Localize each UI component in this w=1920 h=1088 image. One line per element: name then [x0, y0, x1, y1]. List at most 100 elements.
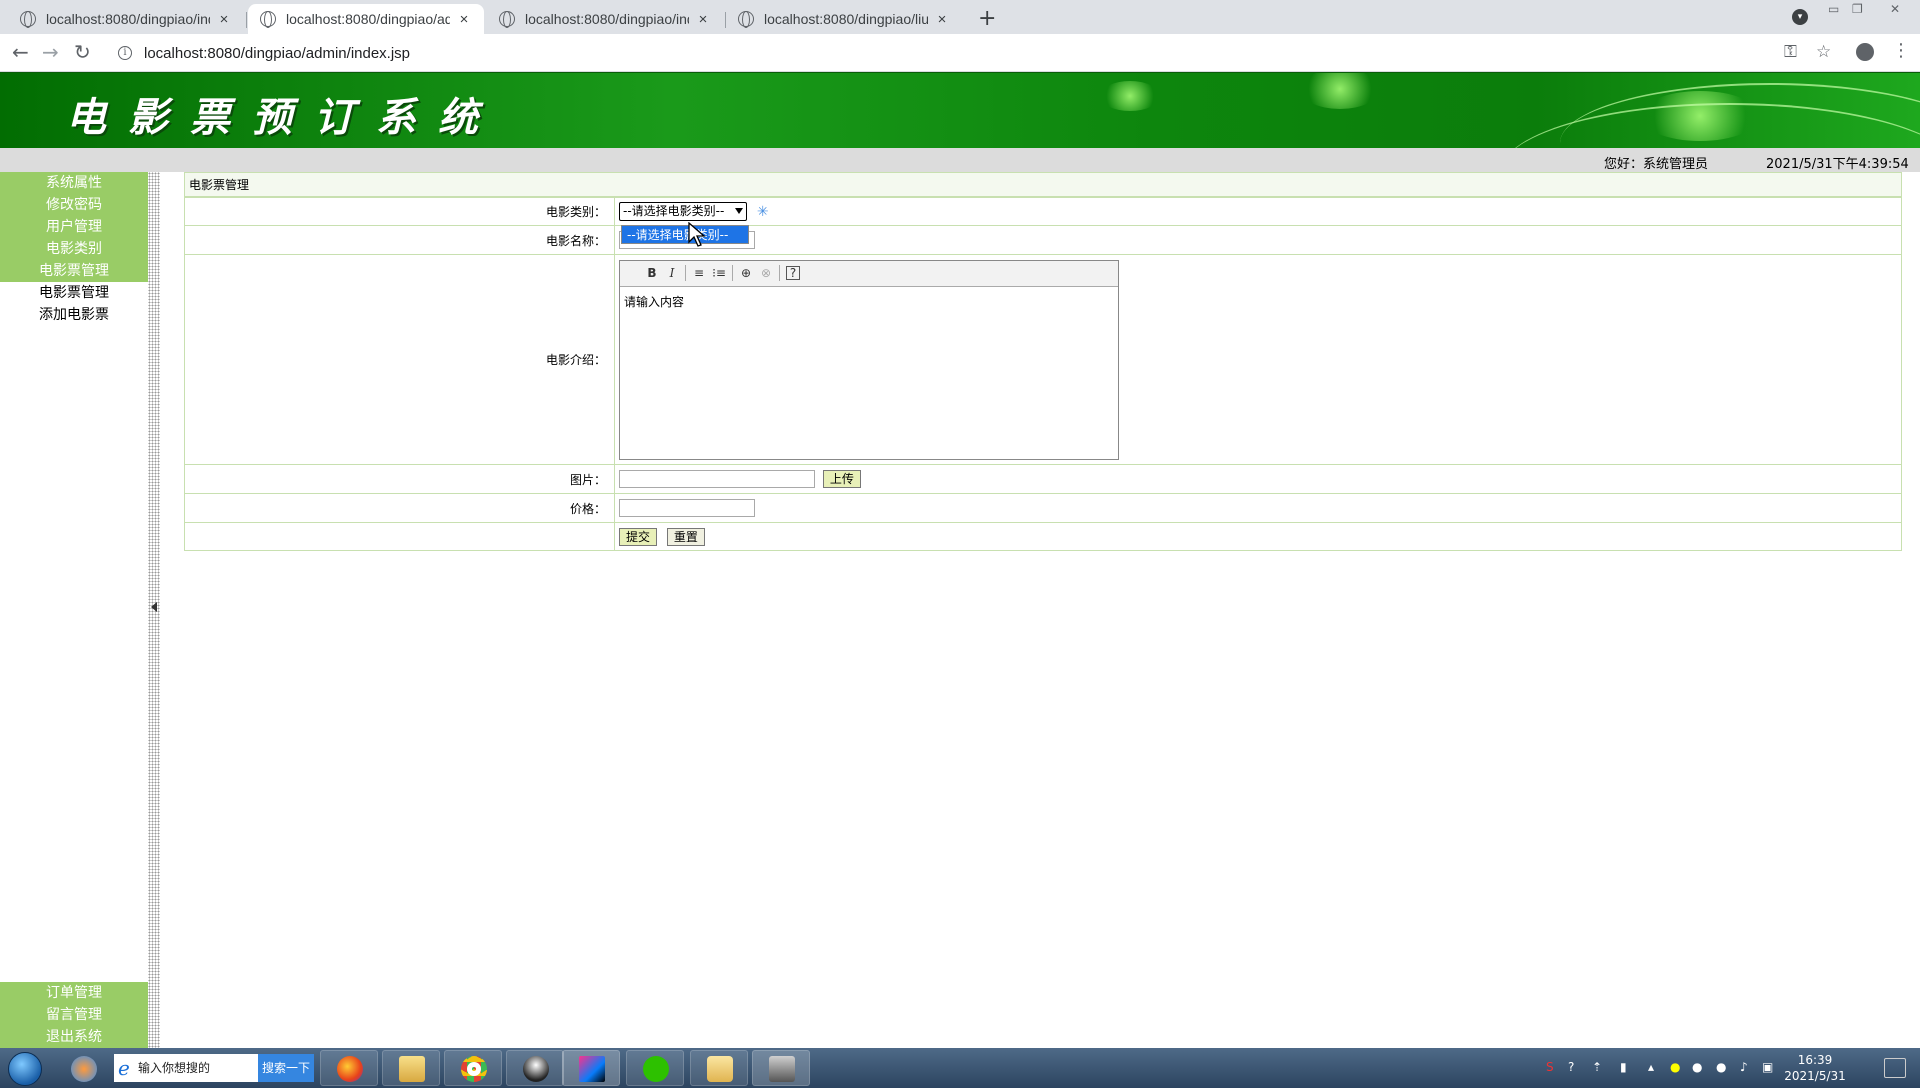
tab-separator: [246, 12, 247, 28]
new-tab-button[interactable]: +: [978, 6, 996, 31]
actions-label-cell: [184, 522, 615, 551]
sidebar: 系统属性 修改密码 用户管理 电影类别 电影票管理 电影票管理 添加电影票 订单…: [0, 172, 148, 1048]
sidebar-item-system-attributes[interactable]: 系统属性: [0, 172, 148, 194]
tray-expand-icon[interactable]: ▴: [1648, 1060, 1654, 1074]
movie-name-label: 电影名称：: [184, 225, 615, 255]
toolbar-divider: [732, 265, 733, 281]
folder-icon: [707, 1056, 733, 1082]
taskbar-app-explorer[interactable]: [382, 1050, 440, 1086]
battery-icon[interactable]: ▮: [1620, 1060, 1627, 1074]
info-icon[interactable]: i: [118, 46, 132, 60]
sidebar-item-orders[interactable]: 订单管理: [0, 982, 148, 1004]
menu-dots-icon[interactable]: ⋮: [1892, 40, 1910, 61]
browser-launcher-icon: [71, 1056, 97, 1082]
image-label: 图片：: [184, 464, 615, 494]
close-window-icon[interactable]: ✕: [1890, 2, 1900, 16]
reload-icon[interactable]: ↻: [74, 40, 91, 64]
sogou-icon[interactable]: S: [1546, 1060, 1554, 1074]
ordered-list-icon[interactable]: ≡: [689, 266, 709, 280]
sidebar-item-movie-category[interactable]: 电影类别: [0, 238, 148, 260]
profile-avatar-icon[interactable]: [1856, 43, 1874, 61]
globe-icon: [499, 11, 515, 28]
key-icon[interactable]: ⚿: [1784, 42, 1797, 62]
bold-icon[interactable]: B: [642, 266, 662, 280]
chevron-down-icon: [735, 208, 743, 214]
volume-icon[interactable]: ♪: [1740, 1060, 1748, 1074]
tab-search-icon[interactable]: ▾: [1792, 9, 1808, 25]
image-path-input[interactable]: [619, 470, 815, 488]
insert-link-icon[interactable]: ⊕: [736, 266, 756, 280]
close-icon[interactable]: ×: [695, 11, 711, 28]
italic-icon[interactable]: I: [662, 266, 682, 280]
qq-icon: [523, 1056, 549, 1082]
toolbar-divider: [779, 265, 780, 281]
reset-button[interactable]: 重置: [666, 527, 705, 546]
tab-title: localhost:8080/dingpiao/index.jsp: [46, 11, 210, 27]
sidebar-item-messages[interactable]: 留言管理: [0, 1004, 148, 1026]
category-dropdown-option[interactable]: --请选择电影类别--: [621, 225, 749, 244]
minimize-icon[interactable]: ▭: [1828, 2, 1839, 16]
tab-title: localhost:8080/dingpiao/admin/index.jsp: [286, 11, 450, 27]
address-bar[interactable]: i localhost:8080/dingpiao/admin/index.js…: [110, 39, 1800, 67]
browser-tab[interactable]: localhost:8080/dingpiao/index.jsp ×: [8, 4, 244, 34]
notification-icon[interactable]: [1884, 1058, 1906, 1078]
url-text: localhost:8080/dingpiao/admin/index.jsp: [144, 44, 411, 62]
sidebar-subitem-add-ticket[interactable]: 添加电影票: [0, 304, 148, 326]
browser-tab[interactable]: localhost:8080/dingpiao/index.jsp ×: [487, 4, 723, 34]
submit-button[interactable]: 提交: [619, 527, 658, 546]
price-input[interactable]: [619, 499, 755, 517]
taskbar-app[interactable]: [54, 1050, 106, 1086]
sidebar-subitem-ticket-management[interactable]: 电影票管理: [0, 282, 148, 304]
rich-text-editor[interactable]: B I ≡ ⁝≡ ⊕ ⊗ ? 请输入内容: [619, 259, 1119, 460]
restore-icon[interactable]: ❐: [1852, 2, 1863, 16]
taskbar-search-button[interactable]: 搜索一下: [258, 1054, 314, 1082]
taskbar-clock[interactable]: 16:39 2021/5/31: [1780, 1052, 1850, 1084]
close-icon[interactable]: ×: [456, 11, 472, 28]
upload-button[interactable]: 上传: [822, 470, 861, 488]
unordered-list-icon[interactable]: ⁝≡: [709, 266, 729, 280]
help-tray-icon[interactable]: ?: [1568, 1060, 1574, 1074]
taskbar-app-chrome[interactable]: [444, 1050, 502, 1086]
price-label: 价格：: [184, 493, 615, 523]
sidebar-item-user-management[interactable]: 用户管理: [0, 216, 148, 238]
remove-link-icon[interactable]: ⊗: [756, 266, 776, 280]
taskbar-search-placeholder: 输入你想搜的: [138, 1061, 211, 1075]
qq-tray-icon[interactable]: ●: [1716, 1060, 1726, 1074]
forward-icon[interactable]: →: [42, 40, 59, 64]
taskbar-app-firefox[interactable]: [320, 1050, 378, 1086]
taskbar-search-input[interactable]: e 输入你想搜的: [114, 1054, 258, 1082]
browser-tabstrip: localhost:8080/dingpiao/index.jsp × loca…: [0, 0, 1920, 34]
sidebar-item-change-password[interactable]: 修改密码: [0, 194, 148, 216]
taskbar-app-intellij[interactable]: [562, 1050, 620, 1086]
close-icon[interactable]: ×: [216, 11, 232, 28]
taskbar-app-qq[interactable]: [506, 1050, 564, 1086]
main-panel: 电影票管理 电影类别： --请选择电影类别-- ✳ 电影名称： 电影介绍： B: [184, 172, 1902, 551]
category-label: 电影类别：: [184, 197, 615, 226]
qq-tray-icon[interactable]: ●: [1692, 1060, 1702, 1074]
editor-content[interactable]: 请输入内容: [620, 287, 1118, 316]
ie-icon: e: [118, 1056, 130, 1080]
help-icon[interactable]: ?: [786, 266, 800, 280]
sidebar-item-logout[interactable]: 退出系统: [0, 1026, 148, 1048]
tool-icon: [769, 1056, 795, 1082]
firefox-icon: [337, 1056, 363, 1082]
network-tray-icon[interactable]: ⇡: [1592, 1060, 1602, 1074]
tray-app-icon[interactable]: ●: [1670, 1060, 1680, 1074]
back-icon[interactable]: ←: [12, 40, 29, 64]
taskbar-app-tool[interactable]: [752, 1050, 810, 1086]
browser-tab-active[interactable]: localhost:8080/dingpiao/admin/index.jsp …: [248, 4, 484, 34]
category-select[interactable]: --请选择电影类别--: [619, 202, 747, 221]
display-tray-icon[interactable]: ▣: [1762, 1060, 1773, 1074]
toolbar-divider: [685, 265, 686, 281]
banner-glow: [1300, 73, 1380, 109]
start-button-icon[interactable]: [8, 1052, 42, 1086]
collapse-arrow-icon[interactable]: [151, 602, 157, 612]
banner-glow: [1100, 81, 1160, 111]
browser-tab[interactable]: localhost:8080/dingpiao/liuyan ×: [726, 4, 962, 34]
taskbar-app-wechat[interactable]: [626, 1050, 684, 1086]
sidebar-item-ticket-management[interactable]: 电影票管理: [0, 260, 148, 282]
bookmark-star-icon[interactable]: ☆: [1816, 42, 1831, 62]
taskbar-app-folder[interactable]: [690, 1050, 748, 1086]
browser-toolbar: ← → ↻ i localhost:8080/dingpiao/admin/in…: [0, 34, 1920, 72]
close-icon[interactable]: ×: [934, 11, 950, 28]
